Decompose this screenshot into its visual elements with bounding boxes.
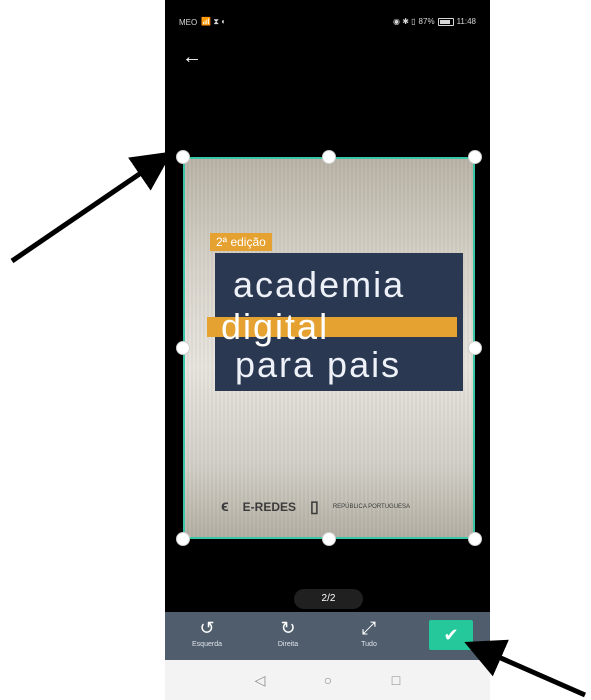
rotate-right-label: Direita <box>277 641 299 648</box>
clock: 11:48 <box>456 17 476 26</box>
signal-icons: 📶 ⧗ ◐ <box>201 17 227 26</box>
phone-screen: MEO 📶 ⧗ ◐ ◉ ✱ ▯ 87% 11:48 ← 2ª edição ac… <box>165 0 490 700</box>
arrow-top-left <box>10 151 173 264</box>
nav-home-button[interactable]: ○ <box>318 670 338 690</box>
rotate-left-icon: ↺ <box>199 618 215 638</box>
page-indicator: 2/2 <box>294 589 363 609</box>
status-left: MEO 📶 ⧗ ◐ <box>179 17 226 27</box>
back-button[interactable]: ← <box>177 42 207 72</box>
nav-recents-button[interactable]: □ <box>386 670 406 690</box>
crop-handle-middle-left[interactable] <box>176 341 190 355</box>
battery-percent: 87% <box>418 17 435 26</box>
expand-icon: ⤢ <box>361 618 377 638</box>
confirm-button[interactable]: ✔ <box>429 620 473 650</box>
battery-icon <box>437 17 454 26</box>
rotate-left-label: Esquerda <box>192 641 222 648</box>
system-navigation-bar: ◁ ○ □ <box>165 660 490 700</box>
crop-handle-top-middle[interactable] <box>322 150 336 164</box>
select-all-button[interactable]: ⤢ Tudo <box>339 616 399 656</box>
arrow-bottom-right <box>464 639 587 698</box>
carrier-label: MEO <box>179 17 198 27</box>
edit-toolbar: ↺ Esquerda ↻ Direita ⤢ Tudo ✔ <box>165 612 490 660</box>
back-arrow-icon: ← <box>182 46 202 68</box>
rotate-right-icon: ↻ <box>280 618 296 638</box>
crop-frame[interactable] <box>183 157 475 539</box>
nav-back-button[interactable]: ◁ <box>250 670 270 690</box>
rotate-left-button[interactable]: ↺ Esquerda <box>177 616 237 656</box>
system-icons: ◉ ✱ ▯ <box>393 17 416 26</box>
rotate-right-button[interactable]: ↻ Direita <box>258 616 318 656</box>
select-all-label: Tudo <box>361 641 377 648</box>
crop-handle-top-left[interactable] <box>176 150 190 164</box>
status-bar: MEO 📶 ⧗ ◐ ◉ ✱ ▯ 87% 11:48 <box>165 0 490 40</box>
crop-handle-top-right[interactable] <box>468 150 482 164</box>
crop-handle-bottom-right[interactable] <box>468 532 482 546</box>
crop-handle-middle-right[interactable] <box>468 341 482 355</box>
crop-handle-bottom-middle[interactable] <box>322 532 336 546</box>
checkmark-icon: ✔ <box>443 625 459 645</box>
status-right: ◉ ✱ ▯ 87% 11:48 <box>393 17 476 26</box>
crop-handle-bottom-left[interactable] <box>176 532 190 546</box>
